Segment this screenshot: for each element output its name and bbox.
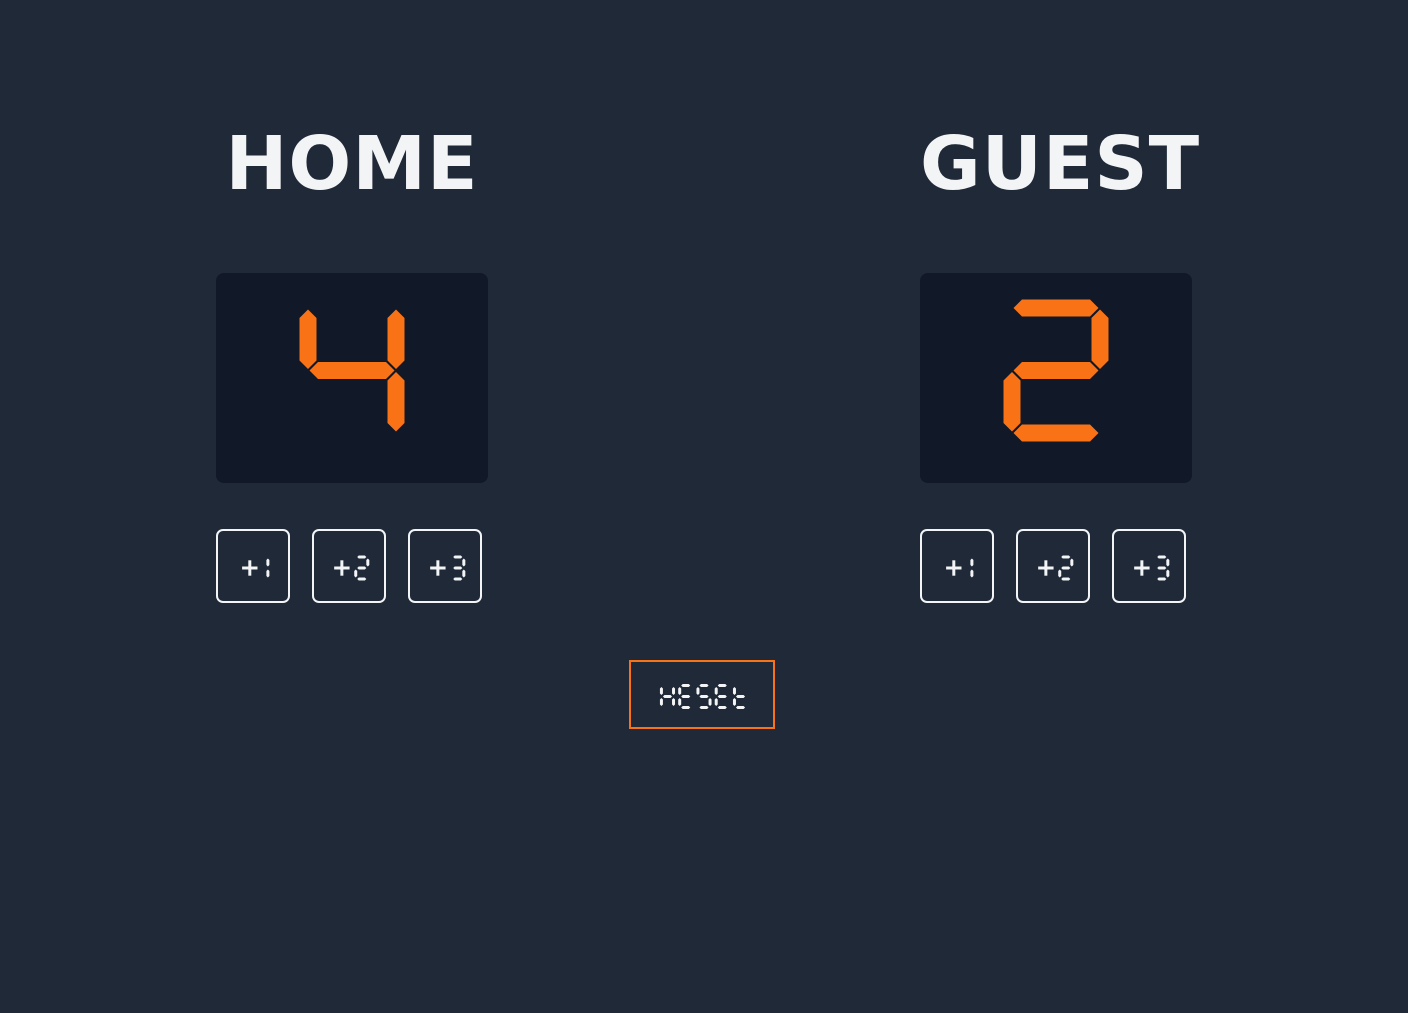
reset-button-char-2-segment-f	[696, 687, 700, 695]
home-add-2-button-char-1-segment-e	[354, 569, 358, 578]
home-add-2-button-char-1-segment-b	[366, 558, 370, 567]
home-add-buttons: +1 +2 +3	[216, 529, 488, 607]
guest-add-3-button-char-1-segment-d	[1157, 577, 1167, 581]
home-team-name: HOME	[225, 121, 479, 207]
home-score-digit-0-segment-c	[387, 372, 405, 432]
reset-button-char-0-segment-f	[659, 687, 663, 695]
guest-add-2-button-char-1-segment-e	[1058, 569, 1062, 578]
home-add-2-button-char-0-plus-v	[340, 560, 344, 576]
home-add-1-button-char-0-plus-v	[248, 560, 252, 576]
home-add-2-button-char-1-segment-a	[357, 555, 367, 559]
guest-add-2-button-char-0-plus-v	[1044, 560, 1048, 576]
home-score-digit-0-segment-g	[309, 362, 395, 379]
home-add-1-button[interactable]: +1	[216, 529, 290, 603]
reset-button-char-1-segment-d	[681, 706, 691, 709]
guest-team-name: GUEST	[920, 121, 1201, 207]
reset-button-char-1-segment-g	[681, 695, 691, 698]
home-score-digit	[299, 309, 405, 432]
reset-button-char-0-segment-e	[659, 698, 663, 706]
guest-score-digit	[1003, 299, 1109, 442]
home-score-digit-0-segment-b	[387, 309, 405, 369]
reset-button-char-4-segment-e	[732, 698, 736, 706]
reset-button-char-0-segment-g	[662, 695, 673, 698]
home-add-3-button[interactable]: +3	[408, 529, 482, 603]
guest-add-2-button-char-1-segment-a	[1061, 555, 1071, 559]
guest-score-digit-0-segment-b	[1091, 309, 1109, 369]
guest-add-1-button[interactable]: +1	[920, 529, 994, 603]
guest-add-1-button-char-0-plus-v	[952, 560, 956, 576]
reset-button-char-4-segment-d	[735, 706, 746, 709]
home-score-display	[216, 273, 488, 483]
home-score-digit-0-segment-f	[299, 309, 317, 369]
guest-add-3-button-char-1-segment-c	[1166, 569, 1170, 578]
guest-score-digit-0-segment-e	[1003, 372, 1021, 432]
reset-button-char-3-segment-f	[714, 687, 718, 695]
reset-button-char-3-segment-g	[717, 695, 727, 698]
guest-add-2-button-char-1-segment-g	[1061, 566, 1071, 570]
home-add-3-button-char-1-segment-c	[462, 569, 466, 578]
guest-add-2-button-char-1-segment-d	[1061, 577, 1071, 581]
guest-add-3-button-char-1-segment-b	[1166, 558, 1170, 567]
home-add-2-button[interactable]: +2	[312, 529, 386, 603]
reset-button-char-0-segment-c	[672, 698, 676, 706]
reset-button-char-4-segment-g	[735, 695, 746, 698]
guest-add-1-button-char-1-segment-c	[970, 569, 974, 578]
reset-button-char-4-segment-f	[732, 687, 736, 695]
guest-add-buttons: +1 +2 +3	[920, 529, 1192, 607]
guest-add-3-button-char-1-segment-g	[1157, 566, 1167, 570]
reset-button-char-3-segment-d	[717, 706, 727, 709]
reset-button-char-2-segment-g	[699, 695, 709, 698]
reset-button-char-2-segment-d	[699, 706, 709, 709]
reset-button[interactable]: RESET	[629, 660, 775, 729]
home-add-3-button-char-1-segment-b	[462, 558, 466, 567]
home-add-2-button-char-1-segment-g	[357, 566, 367, 570]
reset-button-char-0-segment-b	[672, 687, 676, 695]
reset-button-char-3-segment-e	[714, 698, 718, 706]
reset-button-char-3-segment-a	[717, 684, 727, 687]
reset-button-char-1-segment-e	[678, 698, 682, 706]
guest-add-2-button[interactable]: +2	[1016, 529, 1090, 603]
guest-score-digit-0-segment-a	[1013, 299, 1099, 317]
home-add-3-button-char-0-plus-v	[436, 560, 440, 576]
home-add-1-button-char-1-segment-c	[266, 569, 270, 578]
home-add-1-button-char-1-segment-b	[266, 558, 270, 567]
reset-button-char-1-segment-a	[681, 684, 691, 687]
reset-button-char-1-segment-f	[678, 687, 682, 695]
home-add-3-button-char-1-segment-a	[453, 555, 463, 559]
home-add-2-button-char-1-segment-d	[357, 577, 367, 581]
guest-score-display	[920, 273, 1192, 483]
home-add-3-button-char-1-segment-d	[453, 577, 463, 581]
guest-add-1-button-char-1-segment-b	[970, 558, 974, 567]
guest-add-2-button-char-1-segment-b	[1070, 558, 1074, 567]
reset-button-char-2-segment-c	[708, 698, 712, 706]
guest-add-3-button-char-1-segment-a	[1157, 555, 1167, 559]
reset-button-char-2-segment-a	[699, 684, 709, 687]
guest-score-digit-0-segment-g	[1013, 362, 1099, 379]
guest-add-3-button[interactable]: +3	[1112, 529, 1186, 603]
guest-score-digit-0-segment-d	[1013, 424, 1099, 442]
home-add-3-button-char-1-segment-g	[453, 566, 463, 570]
guest-add-3-button-char-0-plus-v	[1140, 560, 1144, 576]
